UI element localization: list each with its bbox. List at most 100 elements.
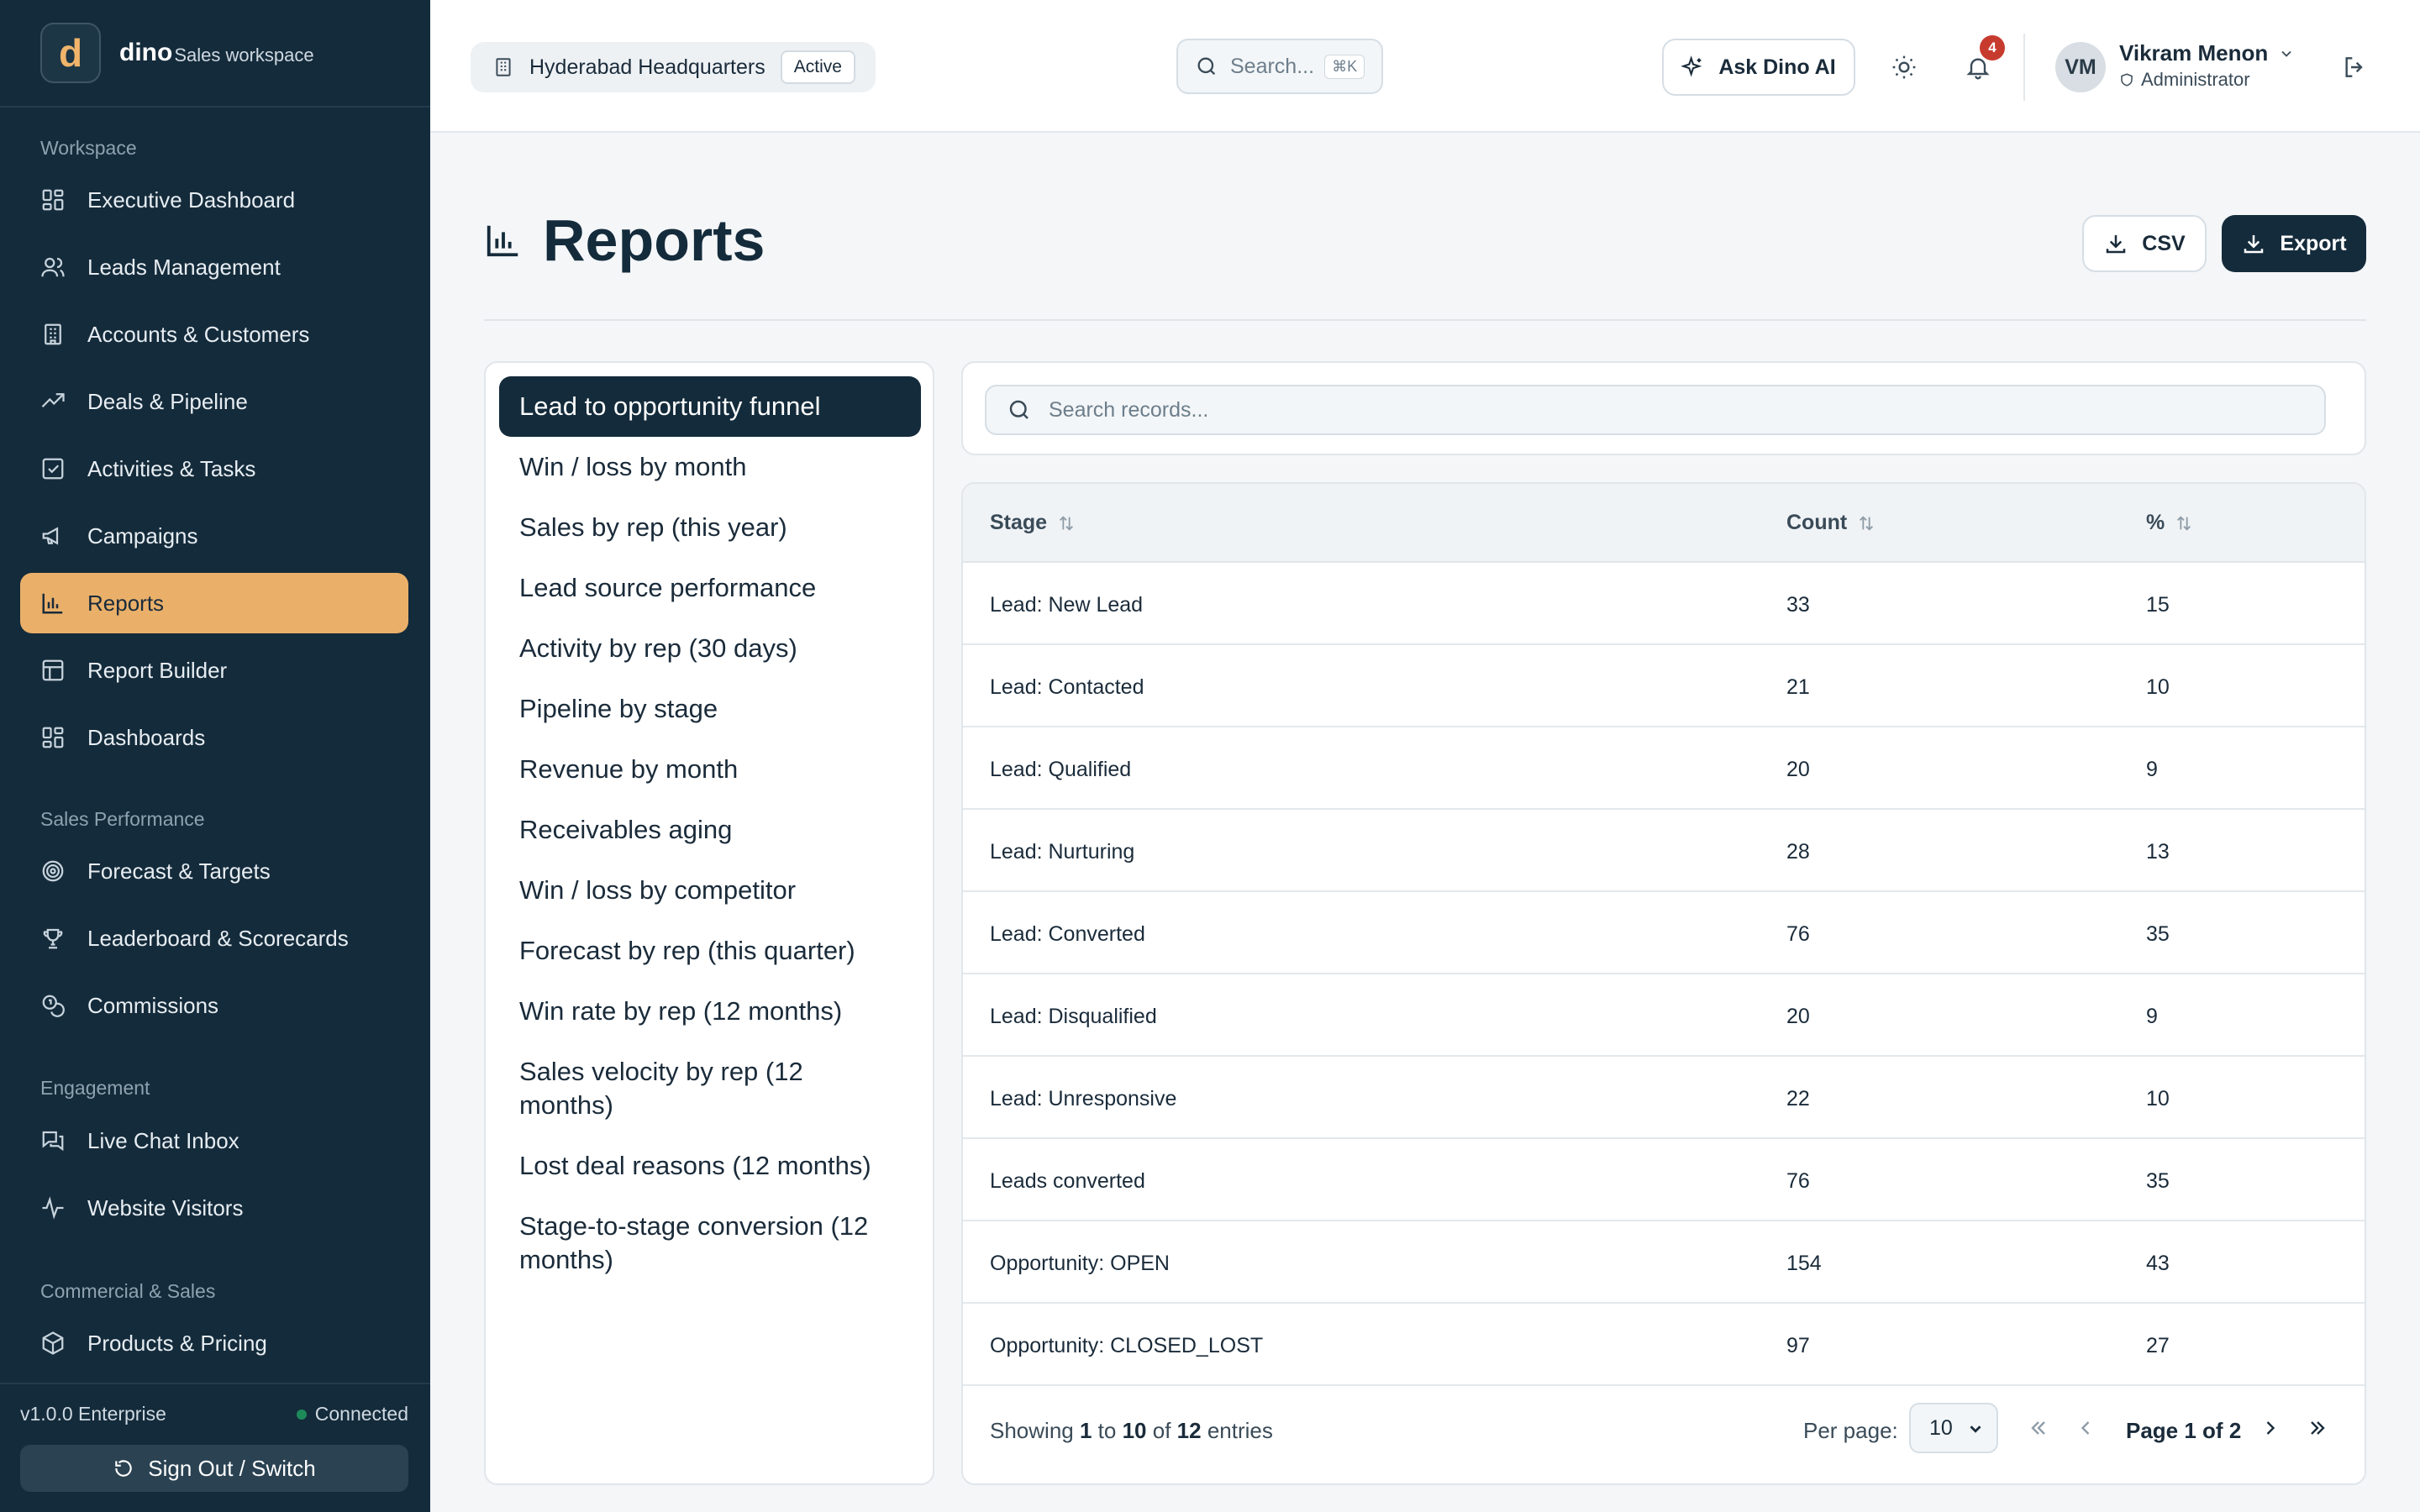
summary-text: to [1097, 1418, 1117, 1443]
table-row[interactable]: Opportunity: OPEN 154 43 [963, 1221, 2365, 1304]
cell-count: 20 [1786, 1005, 1810, 1028]
sidebar-item-label: Dashboards [87, 724, 206, 750]
user-role: Administrator [2119, 69, 2250, 91]
sidebar-item-website-visitors[interactable]: Website Visitors [20, 1178, 408, 1238]
table-icon [40, 658, 66, 683]
search-placeholder: Search... [1230, 54, 1315, 78]
shield-icon [2119, 72, 2134, 87]
cell-count: 76 [1786, 922, 1810, 946]
next-page-icon[interactable] [2254, 1411, 2287, 1445]
sidebar-item-dashboards[interactable]: Dashboards [20, 707, 408, 768]
user-menu[interactable]: Vikram Menon [2119, 40, 2295, 66]
brand-logo: d [40, 23, 101, 83]
report-item[interactable]: Stage-to-stage conversion (12 months) [499, 1196, 921, 1290]
sidebar-item-accounts-customers[interactable]: Accounts & Customers [20, 304, 408, 365]
export-button[interactable]: Export [2222, 215, 2366, 272]
report-item[interactable]: Lead source performance [499, 558, 921, 618]
cell-stage: Lead: Contacted [990, 675, 1144, 699]
summary-to: 10 [1122, 1418, 1147, 1443]
first-page-icon[interactable] [2022, 1411, 2055, 1445]
sidebar-item-leaderboard-scorecards[interactable]: Leaderboard & Scorecards [20, 908, 408, 969]
table-row[interactable]: Leads converted 76 35 [963, 1139, 2365, 1221]
search-icon [1195, 55, 1218, 78]
column-label: Stage [990, 511, 1048, 534]
sidebar-item-live-chat-inbox[interactable]: Live Chat Inbox [20, 1110, 408, 1171]
table-row[interactable]: Lead: Qualified 20 9 [963, 727, 2365, 810]
report-item[interactable]: Win / loss by month [499, 437, 921, 497]
cell-count: 154 [1786, 1252, 1822, 1275]
reports-list: Lead to opportunity funnel Win / loss by… [484, 361, 934, 1485]
bar-chart-icon [484, 221, 523, 260]
cell-stage: Lead: Disqualified [990, 1005, 1157, 1028]
report-item[interactable]: Forecast by rep (this quarter) [499, 921, 921, 981]
ask-ai-button[interactable]: Ask Dino AI [1662, 39, 1855, 96]
sidebar-item-deals-pipeline[interactable]: Deals & Pipeline [20, 371, 408, 432]
prev-page-icon[interactable] [2069, 1411, 2102, 1445]
table-row[interactable]: Lead: Contacted 21 10 [963, 645, 2365, 727]
sidebar-item-reports[interactable]: Reports [20, 573, 408, 633]
search-input[interactable]: Search records... [985, 385, 2326, 435]
location-selector[interactable]: Hyderabad Headquarters Active [471, 42, 876, 92]
column-header-percent[interactable]: % [2146, 511, 2193, 535]
logout-icon[interactable] [2336, 49, 2373, 86]
location-name: Hyderabad Headquarters [529, 55, 765, 79]
export-label: Export [2280, 231, 2347, 255]
table-row[interactable]: Lead: Nurturing 28 13 [963, 810, 2365, 892]
sidebar-item-leads-management[interactable]: Leads Management [20, 237, 408, 297]
sidebar-footer-divider [0, 1383, 430, 1384]
report-item[interactable]: Sales velocity by rep (12 months) [499, 1042, 921, 1136]
csv-label: CSV [2142, 231, 2186, 255]
table-row[interactable]: Lead: Unresponsive 22 10 [963, 1057, 2365, 1139]
sidebar-item-executive-dashboard[interactable]: Executive Dashboard [20, 170, 408, 230]
last-page-icon[interactable] [2301, 1411, 2334, 1445]
table-row[interactable]: Lead: New Lead 33 15 [963, 563, 2365, 645]
sign-out-button[interactable]: Sign Out / Switch [20, 1445, 408, 1492]
checkbox-icon [40, 456, 66, 481]
per-page-value: 10 [1929, 1415, 1953, 1440]
theme-toggle-icon[interactable] [1886, 49, 1923, 86]
sidebar-item-commissions[interactable]: Commissions [20, 975, 408, 1036]
per-page-select[interactable]: 10 [1909, 1403, 1998, 1453]
table-row[interactable]: Lead: Converted 76 35 [963, 892, 2365, 974]
table-row[interactable]: Lead: Disqualified 20 9 [963, 974, 2365, 1057]
entries-summary: Showing 1 to 10 of 12 entries [990, 1418, 1273, 1444]
sidebar-item-label: Leaderboard & Scorecards [87, 925, 349, 951]
sidebar-item-campaigns[interactable]: Campaigns [20, 506, 408, 566]
report-item[interactable]: Win rate by rep (12 months) [499, 981, 921, 1042]
search-shortcut: ⌘K [1324, 54, 1365, 79]
csv-button[interactable]: CSV [2082, 215, 2207, 272]
column-label: % [2146, 511, 2165, 534]
column-header-count[interactable]: Count [1786, 511, 1876, 535]
sidebar-section-workspace: Workspace [40, 137, 137, 159]
version-label: v1.0.0 Enterprise [20, 1403, 166, 1425]
dashboard-icon [40, 187, 66, 213]
cell-percent: 9 [2146, 1005, 2158, 1028]
brand[interactable]: d dino Sales workspace [40, 22, 314, 84]
cell-percent: 35 [2146, 1169, 2170, 1193]
sidebar-item-label: Activities & Tasks [87, 455, 256, 481]
report-item[interactable]: Win / loss by competitor [499, 860, 921, 921]
sidebar-item-report-builder[interactable]: Report Builder [20, 640, 408, 701]
cell-count: 33 [1786, 593, 1810, 617]
sidebar-item-products-pricing[interactable]: Products & Pricing [20, 1313, 408, 1373]
report-item[interactable]: Receivables aging [499, 800, 921, 860]
cell-count: 97 [1786, 1334, 1810, 1357]
report-item[interactable]: Sales by rep (this year) [499, 497, 921, 558]
chevron-down-icon [1966, 1420, 1985, 1438]
avatar[interactable]: VM [2055, 42, 2106, 92]
sidebar-item-activities-tasks[interactable]: Activities & Tasks [20, 438, 408, 499]
global-search[interactable]: Search... ⌘K [1176, 39, 1383, 94]
report-item[interactable]: Lost deal reasons (12 months) [499, 1136, 921, 1196]
sign-out-label: Sign Out / Switch [148, 1455, 316, 1481]
column-header-stage[interactable]: Stage [990, 511, 1076, 535]
sidebar-section-commercial-sales: Commercial & Sales [40, 1280, 216, 1302]
report-item[interactable]: Lead to opportunity funnel [499, 376, 921, 437]
cell-count: 21 [1786, 675, 1810, 699]
sidebar-item-forecast-targets[interactable]: Forecast & Targets [20, 841, 408, 901]
table-row[interactable]: Opportunity: CLOSED_LOST 97 27 [963, 1304, 2365, 1386]
sidebar-item-label: Executive Dashboard [87, 186, 296, 213]
report-item[interactable]: Revenue by month [499, 739, 921, 800]
report-item[interactable]: Pipeline by stage [499, 679, 921, 739]
topbar-divider [2023, 34, 2025, 101]
report-item[interactable]: Activity by rep (30 days) [499, 618, 921, 679]
